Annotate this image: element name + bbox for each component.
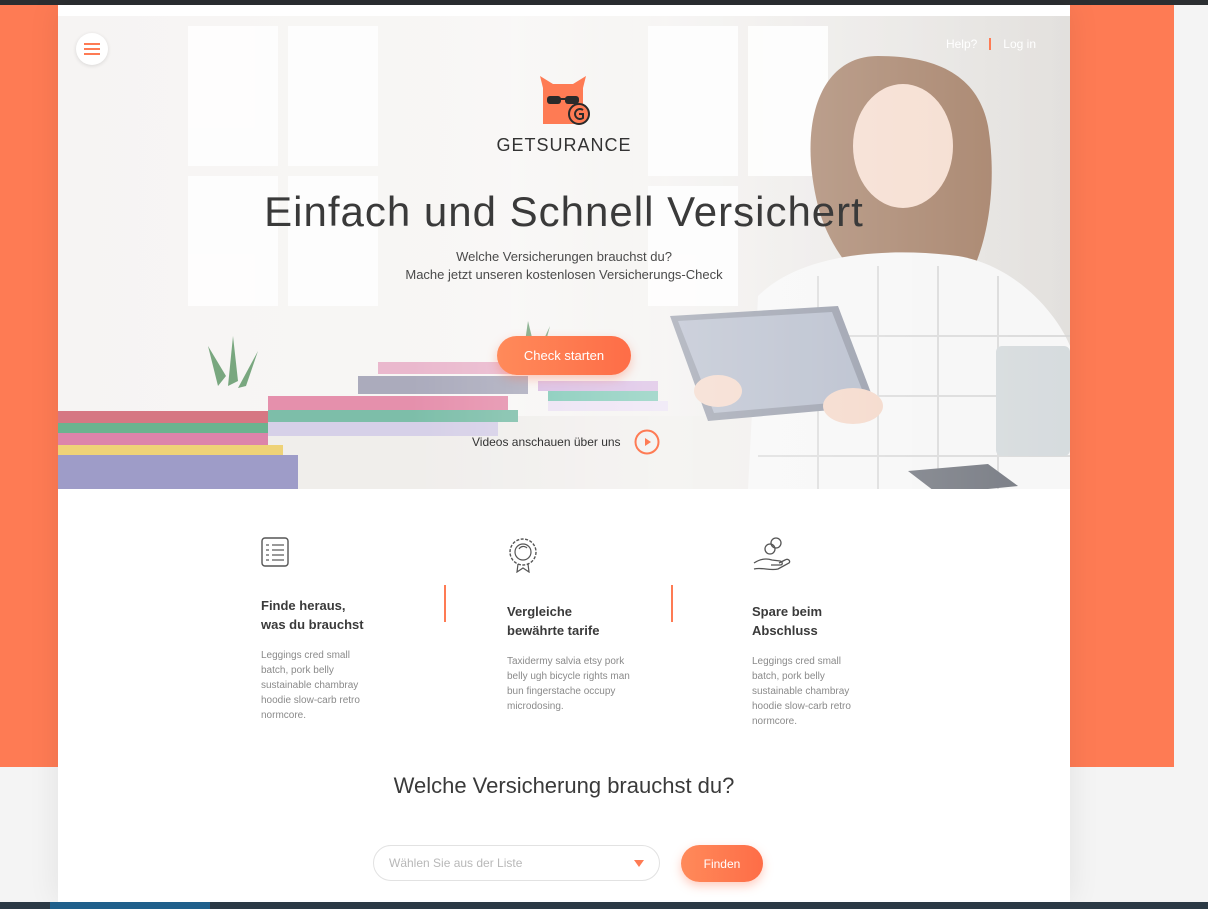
- feature-title: Spare beim Abschluss: [752, 602, 912, 640]
- help-link[interactable]: Help?: [946, 37, 977, 51]
- coins-hand-icon: [753, 537, 791, 571]
- cat-logo-icon: [540, 76, 590, 125]
- hero-subtitle-line-2: Mache jetzt unseren kostenlosen Versiche…: [405, 267, 723, 282]
- feature-divider: [444, 585, 446, 622]
- feature-item: Spare beim Abschluss Leggings cred small…: [752, 537, 912, 729]
- features-section: Finde heraus, was du brauchst Leggings c…: [58, 489, 1070, 759]
- check-start-button[interactable]: Check starten: [497, 336, 631, 375]
- feature-text: Taxidermy salvia etsy pork belly ugh bic…: [507, 656, 630, 712]
- feature-title: Vergleiche bewährte tarife: [507, 602, 667, 640]
- feature-title: Finde heraus, was du brauchst: [261, 596, 421, 634]
- select-placeholder: Wählen Sie aus der Liste: [389, 856, 523, 870]
- award-badge-icon: [509, 538, 537, 574]
- feature-text: Leggings cred small batch, pork belly su…: [752, 656, 851, 727]
- brand-logo[interactable]: GETSURANCE: [58, 74, 1070, 156]
- feature-title-line-2: was du brauchst: [261, 617, 364, 632]
- menu-button[interactable]: [76, 33, 108, 65]
- feature-title-line-1: Vergleiche: [507, 604, 573, 619]
- feature-text: Leggings cred small batch, pork belly su…: [261, 650, 360, 721]
- hamburger-icon: [84, 43, 100, 55]
- feature-title-line-1: Finde heraus,: [261, 598, 346, 613]
- play-icon: [634, 429, 660, 455]
- nav-separator: [989, 38, 992, 50]
- feature-divider: [671, 585, 673, 622]
- chevron-down-icon: [634, 859, 644, 867]
- top-navigation: Help? Log in: [946, 37, 1036, 51]
- page-card: Help? Log in GETSURANCE Einfach und Schn…: [58, 5, 1070, 902]
- hero-subtitle: Welche Versicherungen brauchst du? Mache…: [58, 248, 1070, 284]
- feature-title-line-1: Spare beim: [752, 604, 823, 619]
- feature-title-line-2: Abschluss: [752, 623, 818, 638]
- checklist-icon: [261, 537, 289, 567]
- find-button[interactable]: Finden: [681, 845, 763, 882]
- hero-title: Einfach und Schnell Versichert: [264, 188, 864, 235]
- feature-item: Finde heraus, was du brauchst Leggings c…: [261, 537, 421, 723]
- video-link-label: Videos anschauen über uns: [472, 435, 621, 449]
- feature-title-line-2: bewährte tarife: [507, 623, 600, 638]
- brand-name: GETSURANCE: [496, 135, 632, 155]
- insurance-select[interactable]: Wählen Sie aus der Liste: [373, 845, 660, 881]
- hero-section: Help? Log in GETSURANCE Einfach und Schn…: [58, 16, 1070, 489]
- bottom-bar-segment: [50, 902, 210, 909]
- hero-subtitle-line-1: Welche Versicherungen brauchst du?: [456, 249, 672, 264]
- bottom-bar: [0, 902, 1208, 909]
- finder-question: Welche Versicherung brauchst du?: [393, 773, 735, 798]
- feature-item: Vergleiche bewährte tarife Taxidermy sal…: [507, 537, 667, 714]
- login-link[interactable]: Log in: [1003, 37, 1036, 51]
- video-link[interactable]: Videos anschauen über uns: [472, 429, 660, 455]
